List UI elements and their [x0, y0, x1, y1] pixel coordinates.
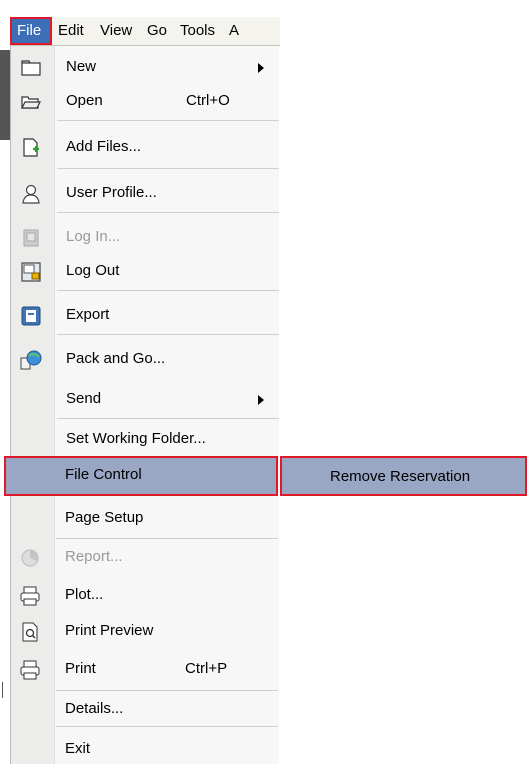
menu-item-export[interactable]: Export: [11, 298, 279, 334]
menu-separator: [57, 212, 279, 213]
menu-item-print[interactable]: Print Ctrl+P: [10, 652, 278, 688]
menu-view[interactable]: View: [100, 22, 132, 39]
login-icon: [20, 228, 42, 248]
menu-separator: [56, 726, 278, 727]
menu-item-pack-and-go[interactable]: Pack and Go...: [11, 342, 279, 378]
menu-go[interactable]: Go: [147, 22, 167, 39]
menu-item-exit[interactable]: Exit: [10, 732, 278, 768]
menu-item-log-in[interactable]: Log In...: [11, 220, 279, 256]
menu-separator: [57, 168, 279, 169]
print-preview-icon: [19, 622, 41, 642]
add-file-icon: [20, 138, 42, 158]
open-folder-icon: [20, 92, 42, 112]
menu-item-new[interactable]: New: [11, 50, 279, 86]
menu-item-file-control[interactable]: File Control: [4, 456, 278, 496]
menu-item-set-working-folder[interactable]: Set Working Folder...: [11, 422, 279, 458]
background-window-edge-tick: [2, 682, 3, 698]
submenu-arrow-icon: [258, 63, 264, 73]
menu-item-page-setup[interactable]: Page Setup: [10, 501, 278, 537]
menu-separator: [57, 290, 279, 291]
menu-separator: [57, 418, 279, 419]
file-control-submenu: Remove Reservation: [280, 456, 527, 496]
menu-item-print-preview[interactable]: Print Preview: [10, 614, 278, 650]
printer-icon: [19, 660, 41, 680]
menu-item-open[interactable]: Open Ctrl+O: [11, 84, 279, 120]
menu-separator: [57, 334, 279, 335]
menu-separator: [57, 120, 279, 121]
menu-more[interactable]: A: [229, 22, 239, 39]
menu-separator: [56, 538, 278, 539]
menu-item-log-out[interactable]: Log Out: [11, 254, 279, 290]
menu-item-plot[interactable]: Plot...: [10, 578, 278, 614]
menu-tools[interactable]: Tools: [180, 22, 215, 39]
menu-item-report[interactable]: Report...: [10, 540, 278, 576]
export-icon: [20, 306, 42, 326]
menu-separator: [56, 690, 278, 691]
menu-item-details[interactable]: Details...: [10, 692, 278, 728]
menu-edit[interactable]: Edit: [58, 22, 84, 39]
pack-and-go-icon: [20, 350, 42, 370]
report-icon: [19, 548, 41, 568]
folder-empty-icon: [20, 58, 42, 78]
printer-icon: [19, 586, 41, 606]
menu-item-send[interactable]: Send: [11, 382, 279, 418]
background-window-edge: [0, 50, 10, 140]
menu-item-add-files[interactable]: Add Files...: [11, 130, 279, 166]
submenu-arrow-icon: [258, 395, 264, 405]
submenu-item-remove-reservation[interactable]: Remove Reservation: [330, 468, 470, 485]
menu-item-user-profile[interactable]: User Profile...: [11, 176, 279, 212]
file-dropdown-lower: Page Setup Report... Plot... Print Previ…: [10, 496, 278, 764]
logout-icon: [20, 262, 42, 282]
menu-file[interactable]: File: [10, 17, 52, 45]
user-icon: [20, 184, 42, 204]
